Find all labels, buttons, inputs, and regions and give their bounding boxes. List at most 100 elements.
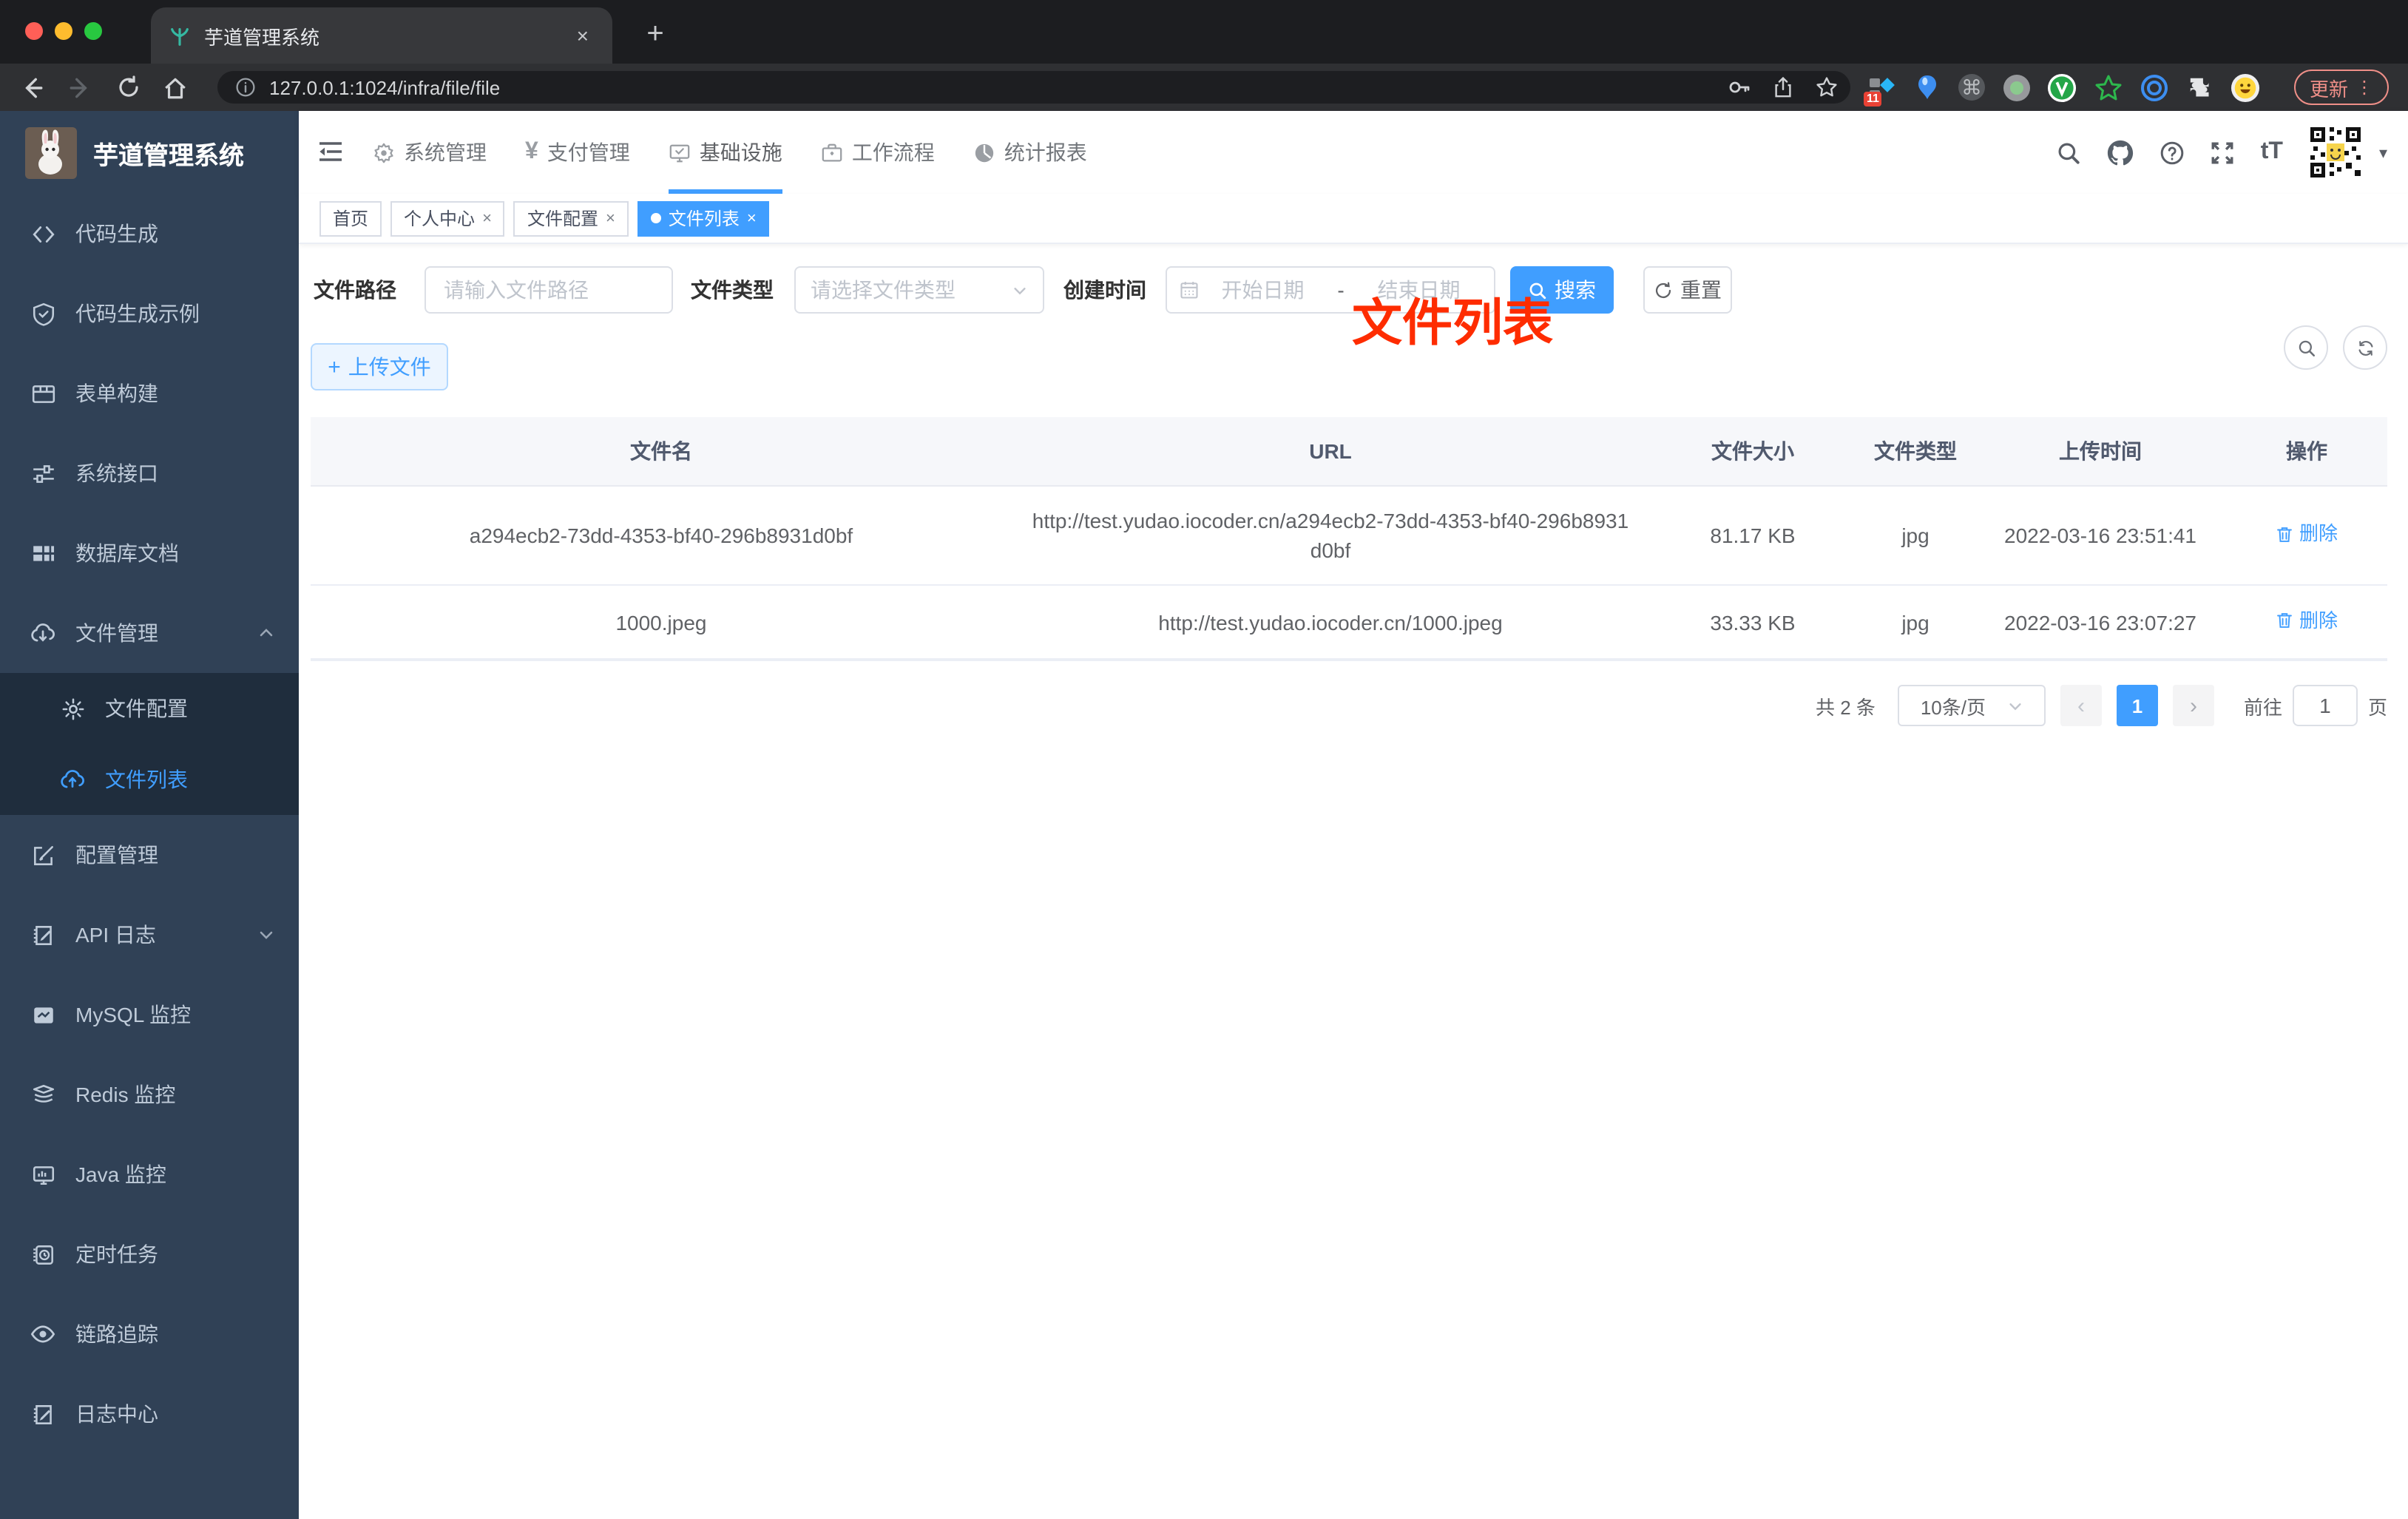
page-1-button[interactable]: 1 — [2116, 685, 2158, 726]
avatar[interactable] — [2307, 124, 2364, 180]
upload-file-button[interactable]: + 上传文件 — [311, 343, 448, 390]
hide-search-button[interactable] — [2284, 325, 2328, 370]
font-size-icon[interactable]: tT — [2261, 139, 2283, 166]
reload-icon[interactable] — [117, 75, 141, 99]
sidebar-item-mysql-monitor[interactable]: MySQL 监控 — [0, 975, 299, 1055]
extension-balloon-icon[interactable] — [1912, 72, 1942, 102]
nav-label: 支付管理 — [547, 141, 630, 164]
sidebar-item-config-management[interactable]: 配置管理 — [0, 815, 299, 895]
tab-close-icon[interactable]: × — [571, 24, 595, 47]
browser-menu-icon[interactable]: ⋮ — [2355, 77, 2373, 98]
cloud-upload-icon — [59, 766, 86, 793]
sidebar-item-system-api[interactable]: 系统接口 — [0, 433, 299, 513]
back-icon[interactable] — [19, 75, 44, 100]
fullscreen-icon[interactable] — [2211, 140, 2236, 165]
sidebar-item-file-list[interactable]: 文件列表 — [0, 744, 299, 815]
sidebar-item-api-log[interactable]: API 日志 — [0, 895, 299, 975]
delete-button[interactable]: 删除 — [2276, 520, 2338, 549]
prev-page-button[interactable]: ‹ — [2060, 685, 2102, 726]
page-size-select[interactable]: 10条/页 — [1897, 685, 2046, 726]
sidebar-item-label: 表单构建 — [75, 382, 158, 405]
sidebar-item-code-demo[interactable]: 代码生成示例 — [0, 274, 299, 353]
extension-tabs-icon[interactable]: 11 — [1864, 72, 1896, 106]
sidebar-item-label: Java 监控 — [75, 1163, 166, 1186]
file-type-select[interactable]: 请选择文件类型 — [794, 266, 1044, 314]
filter-form: 文件路径 文件类型 请选择文件类型 创建时间 开始日期 - 结束日期 — [311, 266, 2387, 314]
tag-file-config[interactable]: 文件配置 × — [513, 200, 629, 236]
avatar-caret-icon[interactable]: ▾ — [2379, 143, 2387, 162]
home-icon[interactable] — [163, 75, 188, 100]
table-tools — [2284, 325, 2387, 370]
site-info-icon[interactable] — [235, 77, 256, 98]
url-text: 127.0.0.1:1024/infra/file/file — [269, 76, 501, 98]
table-row: a294ecb2-73dd-4353-bf40-296b8931d0bf htt… — [311, 487, 2387, 586]
chevron-down-icon — [1012, 282, 1028, 298]
app-logo[interactable]: 芋道管理系统 — [0, 111, 299, 194]
sidebar-item-form-builder[interactable]: 表单构建 — [0, 353, 299, 433]
search-icon[interactable] — [2057, 140, 2082, 165]
reset-button[interactable]: 重置 — [1643, 266, 1732, 314]
tag-home[interactable]: 首页 — [319, 200, 382, 236]
extensions-puzzle-icon[interactable] — [2185, 72, 2214, 102]
tag-close-icon[interactable]: × — [606, 209, 615, 227]
password-key-icon[interactable] — [1728, 75, 1751, 99]
delete-button[interactable]: 删除 — [2276, 606, 2338, 636]
sidebar-fold-icon[interactable] — [318, 141, 343, 163]
sidebar-item-file-config[interactable]: 文件配置 — [0, 673, 299, 744]
sidebar-item-code-generation[interactable]: 代码生成 — [0, 194, 299, 274]
sidebar-item-log-center[interactable]: 日志中心 — [0, 1374, 299, 1454]
help-icon[interactable] — [2160, 140, 2185, 165]
total-count: 共 2 条 — [1816, 696, 1876, 718]
sidebar-item-label: Redis 监控 — [75, 1083, 176, 1106]
sidebar-item-tracing[interactable]: 链路追踪 — [0, 1294, 299, 1374]
sidebar-item-label: 数据库文档 — [75, 541, 179, 565]
refresh-table-button[interactable] — [2343, 325, 2387, 370]
tag-profile[interactable]: 个人中心 × — [390, 200, 505, 236]
sidebar-item-redis-monitor[interactable]: Redis 监控 — [0, 1055, 299, 1134]
extension-v-icon[interactable] — [2047, 72, 2077, 102]
extension-star-icon[interactable] — [2093, 72, 2123, 102]
extension-emoji-icon[interactable] — [2231, 72, 2260, 102]
extension-eye-icon[interactable] — [2139, 72, 2168, 102]
sidebar-item-file-management[interactable]: 文件管理 — [0, 593, 299, 673]
start-date-placeholder: 开始日期 — [1221, 278, 1305, 302]
nav-item-reports[interactable]: 统计报表 — [973, 111, 1087, 194]
tags-view: 首页 个人中心 × 文件配置 × 文件列表 × — [299, 194, 2408, 244]
close-window-button[interactable] — [25, 22, 43, 40]
nav-item-payment[interactable]: ¥ 支付管理 — [525, 111, 630, 194]
cloud-download-icon — [30, 620, 56, 646]
zoom-window-button[interactable] — [84, 22, 102, 40]
sidebar-item-label: MySQL 监控 — [75, 1003, 192, 1026]
share-icon[interactable] — [1772, 75, 1794, 99]
active-dot — [650, 213, 661, 223]
browser-tab[interactable]: 芋道管理系统 × — [151, 7, 612, 64]
table-row: 1000.jpeg http://test.yudao.iocoder.cn/1… — [311, 586, 2387, 660]
sidebar-item-scheduled-tasks[interactable]: 定时任务 — [0, 1214, 299, 1294]
chevron-down-icon — [2009, 703, 2020, 710]
app-header: 系统管理 ¥ 支付管理 基础设施 工作流程 统计报表 tT ▾ — [299, 111, 2408, 194]
minimize-window-button[interactable] — [55, 22, 72, 40]
github-icon[interactable] — [2107, 138, 2135, 166]
file-path-input[interactable] — [425, 266, 673, 314]
col-header-filename: 文件名 — [630, 439, 692, 463]
tag-close-icon[interactable]: × — [747, 209, 757, 227]
address-bar[interactable]: 127.0.0.1:1024/infra/file/file — [217, 71, 1850, 104]
sidebar-item-java-monitor[interactable]: Java 监控 — [0, 1134, 299, 1214]
nav-label: 基础设施 — [699, 141, 782, 164]
extension-command-icon[interactable]: ⌘ — [1958, 74, 1985, 101]
tag-close-icon[interactable]: × — [482, 209, 492, 227]
extension-grey-dot-icon[interactable] — [2001, 72, 2031, 102]
next-page-button[interactable]: › — [2172, 685, 2214, 726]
goto-page-input[interactable] — [2292, 685, 2358, 726]
browser-update-button[interactable]: 更新 ⋮ — [2294, 70, 2389, 105]
new-tab-button[interactable]: + — [636, 15, 674, 53]
nav-item-workflow[interactable]: 工作流程 — [821, 111, 935, 194]
nav-item-system[interactable]: 系统管理 — [373, 111, 487, 194]
nav-item-infrastructure[interactable]: 基础设施 — [668, 111, 782, 194]
forward-icon[interactable] — [68, 75, 93, 100]
sidebar: 芋道管理系统 代码生成 代码生成示例 表单构建 系统接口 数据库文档 文件管理 … — [0, 111, 299, 1519]
sidebar-item-db-doc[interactable]: 数据库文档 — [0, 513, 299, 593]
cell-type: jpg — [1901, 524, 1930, 547]
tag-file-list[interactable]: 文件列表 × — [637, 200, 770, 236]
bookmark-star-icon[interactable] — [1815, 75, 1839, 99]
